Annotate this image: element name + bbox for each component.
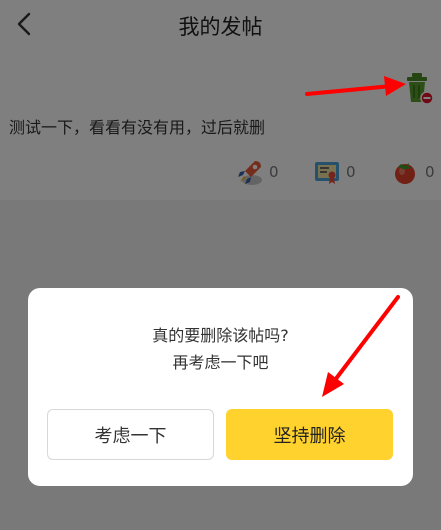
confirm-delete-button[interactable]: 坚持删除 [226, 409, 393, 460]
dialog-title: 真的要删除该帖吗? [152, 326, 289, 345]
dialog-subtitle: 再考虑一下吧 [172, 353, 269, 372]
cancel-button[interactable]: 考虑一下 [47, 409, 214, 460]
delete-confirm-dialog: 真的要删除该帖吗? 再考虑一下吧 考虑一下 坚持删除 [28, 288, 413, 486]
